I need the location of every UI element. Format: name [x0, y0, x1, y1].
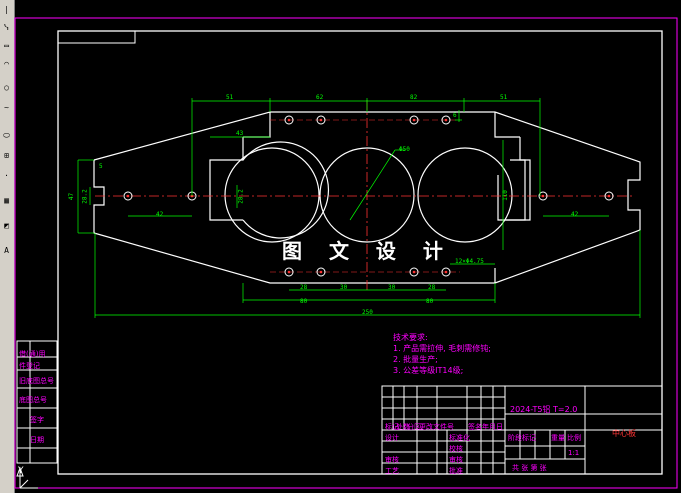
tb-header-3: 更改文件号 [419, 423, 454, 431]
arc-icon[interactable]: ⌒ [1, 58, 12, 69]
dim-62: 62 [316, 94, 324, 101]
dim-82: 82 [410, 94, 418, 101]
circle-icon[interactable]: ○ [1, 82, 12, 93]
part-code: 2024-T5铝 T=2.0 [510, 405, 578, 414]
technical-notes: 技术要求: 1. 产品需拉伸, 毛刺需修钝; 2. 批量生产; 3. 公差等级I… [393, 332, 491, 376]
line-icon[interactable]: | [1, 4, 12, 15]
ellipse-icon[interactable]: ⬭ [1, 130, 12, 141]
tb-header-4: 签名 [468, 423, 482, 431]
side-row-3: 底图总号 [19, 396, 47, 404]
tb-audit: 审核 [449, 456, 463, 464]
tb-scale: 1:1 [568, 449, 580, 457]
dim-42-right: 42 [571, 211, 579, 218]
dim-30: 30 [340, 284, 348, 291]
hatch-icon[interactable]: ▦ [1, 195, 12, 206]
rect-icon[interactable]: ▭ [1, 40, 12, 51]
draw-toolbar: | ᓭ ▭ ⌒ ○ ~ ⬭ ⊞ · ▦ ◩ A [0, 0, 15, 493]
side-row-5: 日期 [30, 436, 44, 444]
tb-ratio: 比例 [567, 434, 581, 442]
region-icon[interactable]: ◩ [1, 220, 12, 231]
dim-80b: 80 [426, 298, 434, 305]
point-icon[interactable]: · [1, 170, 12, 181]
dimension-lines [77, 98, 641, 318]
side-row-2: 旧底图总号 [19, 377, 54, 385]
dim-43: 43 [236, 130, 244, 137]
dim-80: 80 [300, 298, 308, 305]
side-row-1: 件登记 [19, 362, 40, 370]
tb-sheet: 共 张 第 张 [512, 464, 547, 472]
spline-icon[interactable]: ~ [1, 102, 12, 113]
tb-design: 设计 [385, 434, 399, 442]
notes-line-2: 2. 批量生产; [393, 355, 438, 364]
ucs-y-label: Y [18, 466, 24, 476]
tb-weight: 重量 [551, 434, 565, 442]
dim-28-2-pocket: 28.2 [237, 189, 245, 204]
tb-approve: 批准 [449, 467, 463, 475]
tb-standard: 标准化 [449, 434, 470, 442]
tb-review: 审核 [385, 456, 399, 464]
tb-header-5: 年月日 [482, 423, 503, 431]
block-icon[interactable]: ⊞ [1, 150, 12, 161]
dim-51-right: 51 [500, 94, 508, 101]
dim-47: 47 [68, 192, 76, 201]
notes-title: 技术要求: [393, 333, 428, 342]
dim-28c: 28 [428, 284, 436, 291]
tb-stage: 阶段标记 [508, 434, 536, 442]
notes-line-1: 1. 产品需拉伸, 毛刺需修钝; [393, 344, 491, 353]
dim-6: 6 [453, 112, 457, 119]
tb-check: 校核 [449, 445, 463, 453]
watermark: 图 文 设 计 [282, 239, 453, 263]
dim-28-2-left: 28.2 [81, 189, 89, 204]
polyline-icon[interactable]: ᓭ [1, 22, 12, 33]
notes-line-3: 3. 公差等级IT14级; [393, 366, 464, 375]
part-name: 中心板 [612, 429, 636, 438]
text-icon[interactable]: A [1, 245, 12, 256]
side-row-4: 签字 [30, 416, 44, 424]
dim-42-left: 42 [156, 211, 164, 218]
dim-30b: 30 [388, 284, 396, 291]
dim-12-holes: 12×Φ4.75 [455, 258, 484, 265]
dim-250: 250 [362, 309, 373, 316]
side-row-0: 借(通)用 [19, 350, 46, 358]
dim-110: 110 [501, 190, 509, 201]
dim-5: 5 [99, 163, 103, 170]
code-box [58, 31, 136, 44]
dim-28-bottom: 28 [300, 284, 308, 291]
dim-phi50: Φ50 [399, 146, 410, 153]
dim-51-left: 51 [226, 94, 234, 101]
tb-craft: 工艺 [385, 467, 399, 475]
